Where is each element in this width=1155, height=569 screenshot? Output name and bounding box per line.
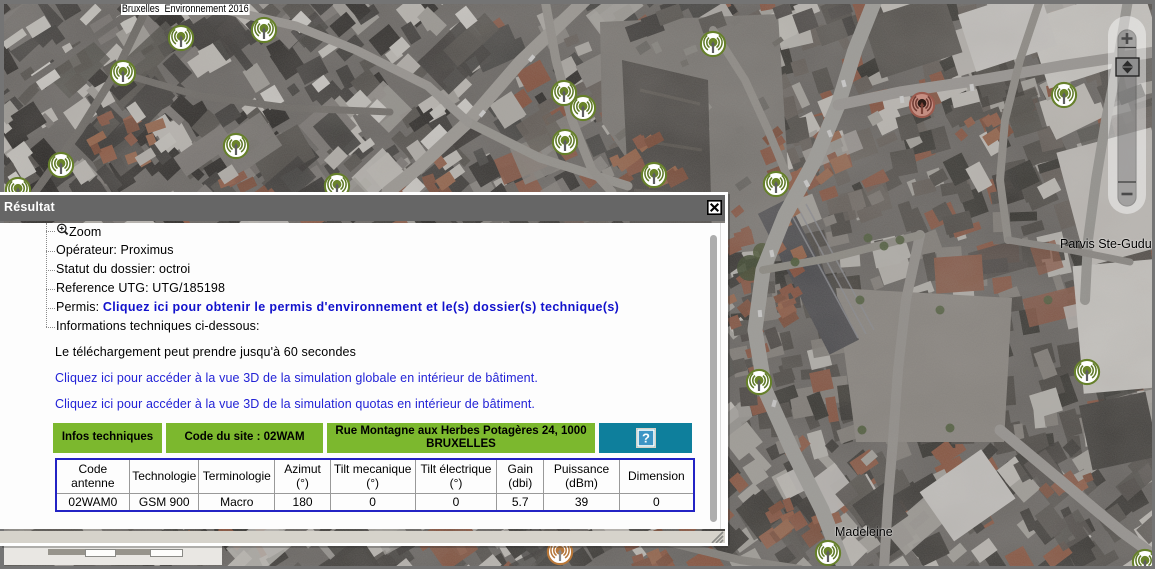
svg-text:?: ?	[642, 430, 650, 445]
